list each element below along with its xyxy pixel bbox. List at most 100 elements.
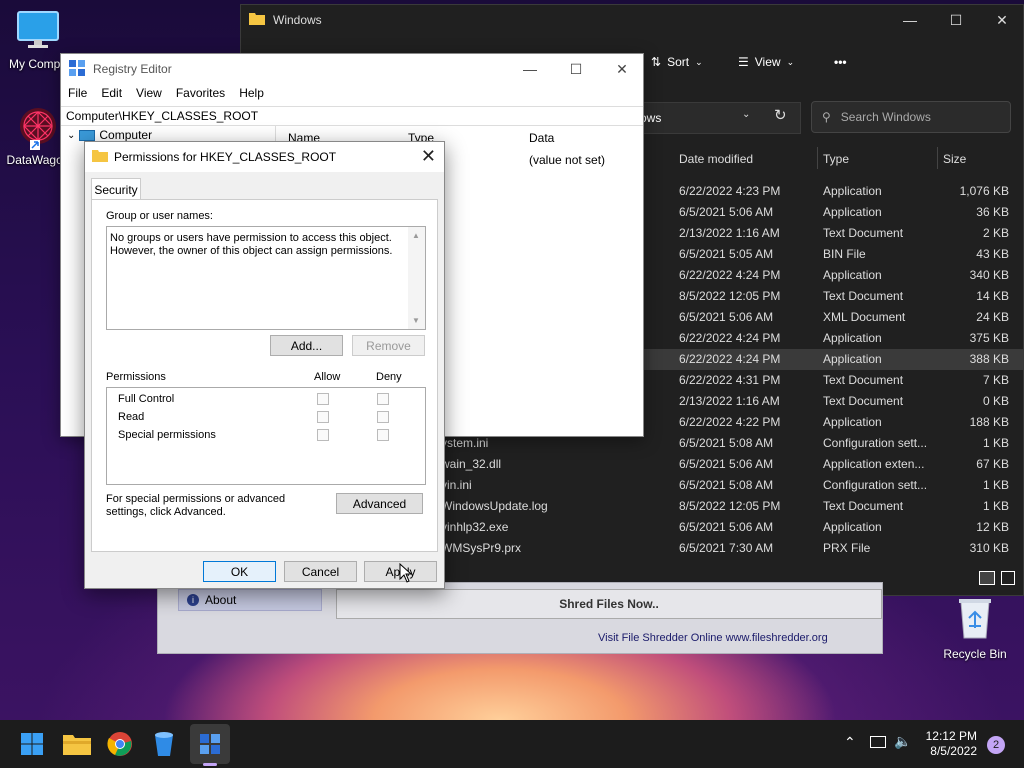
minimize-button[interactable]: — [507,54,553,84]
close-button[interactable]: ✕ [979,5,1024,35]
menu-view[interactable]: View [129,84,169,104]
column-data[interactable]: Data [529,131,554,145]
chevron-down-icon: ⌄ [695,56,703,67]
network-icon[interactable] [870,736,886,748]
chevron-down-icon[interactable]: ⌄ [742,109,750,120]
close-button[interactable]: ✕ [421,146,436,167]
notification-badge[interactable]: 2 [987,736,1005,754]
file-explorer-taskbar-button[interactable] [61,728,93,760]
explorer-title: Windows [273,13,322,27]
tiles-view-icon[interactable] [1001,571,1015,585]
ok-button[interactable]: OK [203,561,276,582]
permissions-dialog: Permissions for HKEY_CLASSES_ROOT ✕ Secu… [84,141,445,589]
file-size: 1 KB [982,499,1009,513]
shredder-taskbar-button[interactable] [148,728,180,760]
column-size[interactable]: Size [943,152,966,166]
folder-icon [249,12,265,28]
registry-icon [69,59,85,79]
file-size: 388 KB [969,352,1009,366]
allow-label: Allow [314,371,341,383]
maximize-button[interactable]: ☐ [553,54,599,84]
value-data: (value not set) [529,153,606,167]
view-icon: ☰ [738,55,749,69]
group-names-list[interactable]: No groups or users have permission to ac… [106,226,426,330]
refresh-icon[interactable]: ↻ [774,106,787,124]
view-button[interactable]: ☰ View ⌄ [738,55,794,69]
file-date: 2/13/2022 1:16 AM [679,226,780,240]
scroll-down-icon[interactable]: ▼ [412,316,420,325]
scrollbar[interactable]: ▲ ▼ [408,227,425,329]
taskbar: ⌃ 🔈 12:12 PM 8/5/2022 2 [0,720,1024,768]
special-allow-checkbox[interactable] [317,429,329,441]
special-deny-checkbox[interactable] [377,429,389,441]
maximize-button[interactable]: ☐ [933,5,979,35]
chevron-down-icon[interactable]: ⌄ [67,130,75,141]
full-control-deny-checkbox[interactable] [377,393,389,405]
search-placeholder: Search Windows [840,110,931,124]
start-button[interactable] [16,728,48,760]
file-size: 188 KB [969,415,1009,429]
permission-read: Read [118,411,145,423]
details-view-icon[interactable] [979,571,995,585]
sort-button[interactable]: ⇅ Sort ⌄ [651,55,703,69]
sort-icon: ⇅ [651,55,662,69]
deny-label: Deny [376,371,402,383]
more-options-button[interactable]: ••• [834,55,847,69]
full-control-allow-checkbox[interactable] [317,393,329,405]
read-deny-checkbox[interactable] [377,411,389,423]
menu-edit[interactable]: Edit [94,84,129,104]
file-type: PRX File [823,541,871,555]
file-size: 375 KB [969,331,1009,345]
file-type: Application [823,268,882,282]
add-button[interactable]: Add... [270,335,343,356]
clock-time: 12:12 PM [925,729,977,743]
menu-file[interactable]: File [61,84,94,104]
column-date-modified[interactable]: Date modified [679,152,753,166]
file-type: Configuration sett... [823,436,928,450]
tree-item-label: Computer [99,128,153,142]
remove-button[interactable]: Remove [352,335,425,356]
menu-favorites[interactable]: Favorites [169,84,232,104]
file-type: Application [823,415,882,429]
tab-security[interactable]: Security [91,178,141,200]
clock-date: 8/5/2022 [930,744,977,758]
chevron-up-icon[interactable]: ⌃ [844,734,856,751]
shred-files-button[interactable]: Shred Files Now.. [336,589,882,619]
view-label: View [754,55,781,69]
chrome-taskbar-button[interactable] [104,728,136,760]
clock[interactable]: 12:12 PM 8/5/2022 [926,729,977,759]
search-box[interactable]: ⚲ Search Windows [811,101,1011,133]
file-date: 6/5/2021 7:30 AM [679,541,774,555]
shredder-footer-link[interactable]: Visit File Shredder Online www.fileshred… [598,632,828,644]
speaker-icon[interactable]: 🔈 [894,733,911,750]
file-type: BIN File [823,247,866,261]
advanced-button[interactable]: Advanced [336,493,423,514]
close-button[interactable]: ✕ [599,54,645,84]
recycle-bin-icon [959,599,991,639]
chevron-down-icon: ⌄ [786,56,795,67]
file-type: Application [823,184,882,198]
scroll-up-icon[interactable]: ▲ [412,231,420,240]
chrome-icon [107,732,132,756]
column-type[interactable]: Type [823,152,849,166]
permission-full-control: Full Control [118,393,175,405]
read-allow-checkbox[interactable] [317,411,329,423]
permissions-titlebar[interactable]: Permissions for HKEY_CLASSES_ROOT [85,142,444,172]
tree-item-computer[interactable]: ⌄ Computer [67,128,152,142]
registry-path-bar[interactable]: Computer\HKEY_CLASSES_ROOT [61,106,643,126]
file-size: 7 KB [982,373,1009,387]
minimize-button[interactable]: — [887,5,933,35]
file-type: Text Document [823,226,904,240]
more-label: ••• [834,55,847,69]
regedit-taskbar-button[interactable] [194,728,226,760]
cancel-button[interactable]: Cancel [284,561,357,582]
file-type: Text Document [823,289,904,303]
file-size: 1 KB [982,436,1009,450]
permissions-label: Permissions [106,371,166,383]
file-date: 6/22/2022 4:24 PM [679,352,781,366]
permissions-list: Full Control Read Special permissions [106,387,426,485]
about-button[interactable]: i About [178,589,322,611]
about-label: About [205,593,237,607]
desktop-icon-recycle-bin[interactable]: Recycle Bin [936,596,1014,661]
menu-help[interactable]: Help [232,84,271,104]
